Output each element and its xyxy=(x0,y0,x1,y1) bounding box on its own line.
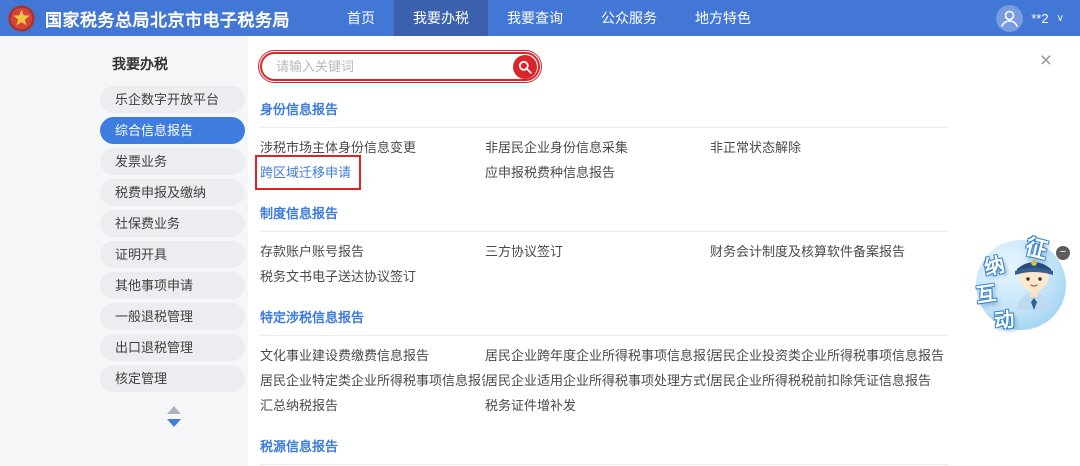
service-link[interactable]: 应申报税费种信息报告 xyxy=(485,160,710,185)
widget-char-hu: 互 xyxy=(974,277,998,309)
interaction-widget[interactable]: 征 纳 互 动 xyxy=(966,230,1074,336)
nav-inquiry[interactable]: 我要查询 xyxy=(488,0,582,36)
sidebar-title: 我要办税 xyxy=(112,54,248,74)
service-link[interactable]: 税务证件增补发 xyxy=(485,393,710,418)
user-menu[interactable]: **2 ∨ xyxy=(996,5,1064,32)
user-avatar-icon[interactable] xyxy=(996,5,1023,32)
section-identity-info-report: 身份信息报告 涉税市场主体身份信息变更 非居民企业身份信息采集 非正常状态解除 … xyxy=(260,99,950,185)
chevron-down-icon[interactable]: ∨ xyxy=(1057,13,1064,24)
search-bar xyxy=(260,52,540,81)
top-header: 国家税务总局北京市电子税务局 首页 我要办税 我要查询 公众服务 地方特色 **… xyxy=(0,0,1080,36)
sidebar: 我要办税 乐企数字开放平台 综合信息报告 发票业务 税费申报及缴纳 社保费业务 … xyxy=(0,36,248,466)
service-link[interactable]: 涉税市场主体身份信息变更 xyxy=(260,135,485,160)
sidebar-item-leqi-platform[interactable]: 乐企数字开放平台 xyxy=(100,86,245,113)
search-button[interactable] xyxy=(513,55,537,79)
service-link[interactable]: 居民企业所得税税前扣除凭证信息报告 xyxy=(710,368,948,393)
sidebar-item-comprehensive-info-report[interactable]: 综合信息报告 xyxy=(100,117,245,144)
user-name: **2 xyxy=(1031,11,1048,26)
sidebar-item-other-matters[interactable]: 其他事项申请 xyxy=(100,272,245,299)
service-link[interactable]: 居民企业特定类企业所得税事项信息报告 xyxy=(260,368,485,393)
service-link[interactable]: 存款账户账号报告 xyxy=(260,239,485,264)
sidebar-item-invoice-business[interactable]: 发票业务 xyxy=(100,148,245,175)
nav-local-features[interactable]: 地方特色 xyxy=(676,0,770,36)
sidebar-item-assessment-management[interactable]: 核定管理 xyxy=(100,365,245,392)
section-system-info-report: 制度信息报告 存款账户账号报告 三方协议签订 财务会计制度及核算软件备案报告 税… xyxy=(260,203,950,289)
menu-panel: × 身份信息报告 涉税市场主体身份信息变更 非居民企业身份信息采集 非正常状态解… xyxy=(248,36,1080,466)
service-link[interactable]: 汇总纳税报告 xyxy=(260,393,485,418)
scroll-up-icon[interactable] xyxy=(167,406,181,414)
service-link[interactable]: 居民企业适用企业所得税事项处理方式信息报... xyxy=(485,368,710,393)
site-title: 国家税务总局北京市电子税务局 xyxy=(45,6,290,31)
section-title: 税源信息报告 xyxy=(260,436,950,455)
service-grid: 文化事业建设费缴费信息报告 居民企业跨年度企业所得税事项信息报告 居民企业投资类… xyxy=(260,336,950,418)
sidebar-item-export-tax-refund[interactable]: 出口退税管理 xyxy=(100,334,245,361)
scroll-down-icon[interactable] xyxy=(167,419,181,427)
section-title: 特定涉税信息报告 xyxy=(260,307,950,326)
section-specific-tax-info-report: 特定涉税信息报告 文化事业建设费缴费信息报告 居民企业跨年度企业所得税事项信息报… xyxy=(260,307,950,418)
search-icon xyxy=(518,60,532,74)
sidebar-item-general-tax-refund[interactable]: 一般退税管理 xyxy=(100,303,245,330)
sidebar-item-tax-declaration-payment[interactable]: 税费申报及缴纳 xyxy=(100,179,245,206)
nav-tax-handling[interactable]: 我要办税 xyxy=(394,0,488,36)
nav-public-service[interactable]: 公众服务 xyxy=(582,0,676,36)
service-link[interactable]: 财务会计制度及核算软件备案报告 xyxy=(710,239,948,264)
service-grid: 存款账户账号报告 三方协议签订 财务会计制度及核算软件备案报告 税务文书电子送达… xyxy=(260,232,950,289)
service-link[interactable]: 税务文书电子送达协议签订 xyxy=(260,264,485,289)
service-link[interactable]: 非居民企业身份信息采集 xyxy=(485,135,710,160)
page: 国家税务总局北京市电子税务局 首页 我要办税 我要查询 公众服务 地方特色 **… xyxy=(0,0,1080,466)
tax-emblem-logo xyxy=(8,5,35,32)
service-grid: 涉税市场主体身份信息变更 非居民企业身份信息采集 非正常状态解除 跨区域迁移申请… xyxy=(260,128,950,185)
service-link[interactable]: 三方协议签订 xyxy=(485,239,710,264)
sidebar-pager xyxy=(164,406,184,427)
section-title: 身份信息报告 xyxy=(260,99,950,118)
service-link[interactable]: 居民企业投资类企业所得税事项信息报告 xyxy=(710,343,948,368)
widget-minimize-button[interactable]: − xyxy=(1056,246,1070,260)
service-link[interactable]: 非正常状态解除 xyxy=(710,135,948,160)
widget-char-dong: 动 xyxy=(993,303,1016,334)
main-nav: 首页 我要办税 我要查询 公众服务 地方特色 xyxy=(328,0,770,36)
close-icon[interactable]: × xyxy=(1040,50,1052,71)
sidebar-item-social-insurance[interactable]: 社保费业务 xyxy=(100,210,245,237)
section-tax-source-info-report: 税源信息报告 水资源税税源信息报告 土地增值税项目报告 土地增值税项目报告（拆分… xyxy=(260,436,950,466)
service-link[interactable]: 居民企业跨年度企业所得税事项信息报告 xyxy=(485,343,710,368)
sidebar-item-certificate-issuance[interactable]: 证明开具 xyxy=(100,241,245,268)
section-title: 制度信息报告 xyxy=(260,203,950,222)
service-link-cross-region-migration-highlighted[interactable]: 跨区域迁移申请 xyxy=(260,160,356,185)
nav-home[interactable]: 首页 xyxy=(328,0,394,36)
search-input[interactable] xyxy=(260,52,540,81)
service-link[interactable]: 文化事业建设费缴费信息报告 xyxy=(260,343,485,368)
